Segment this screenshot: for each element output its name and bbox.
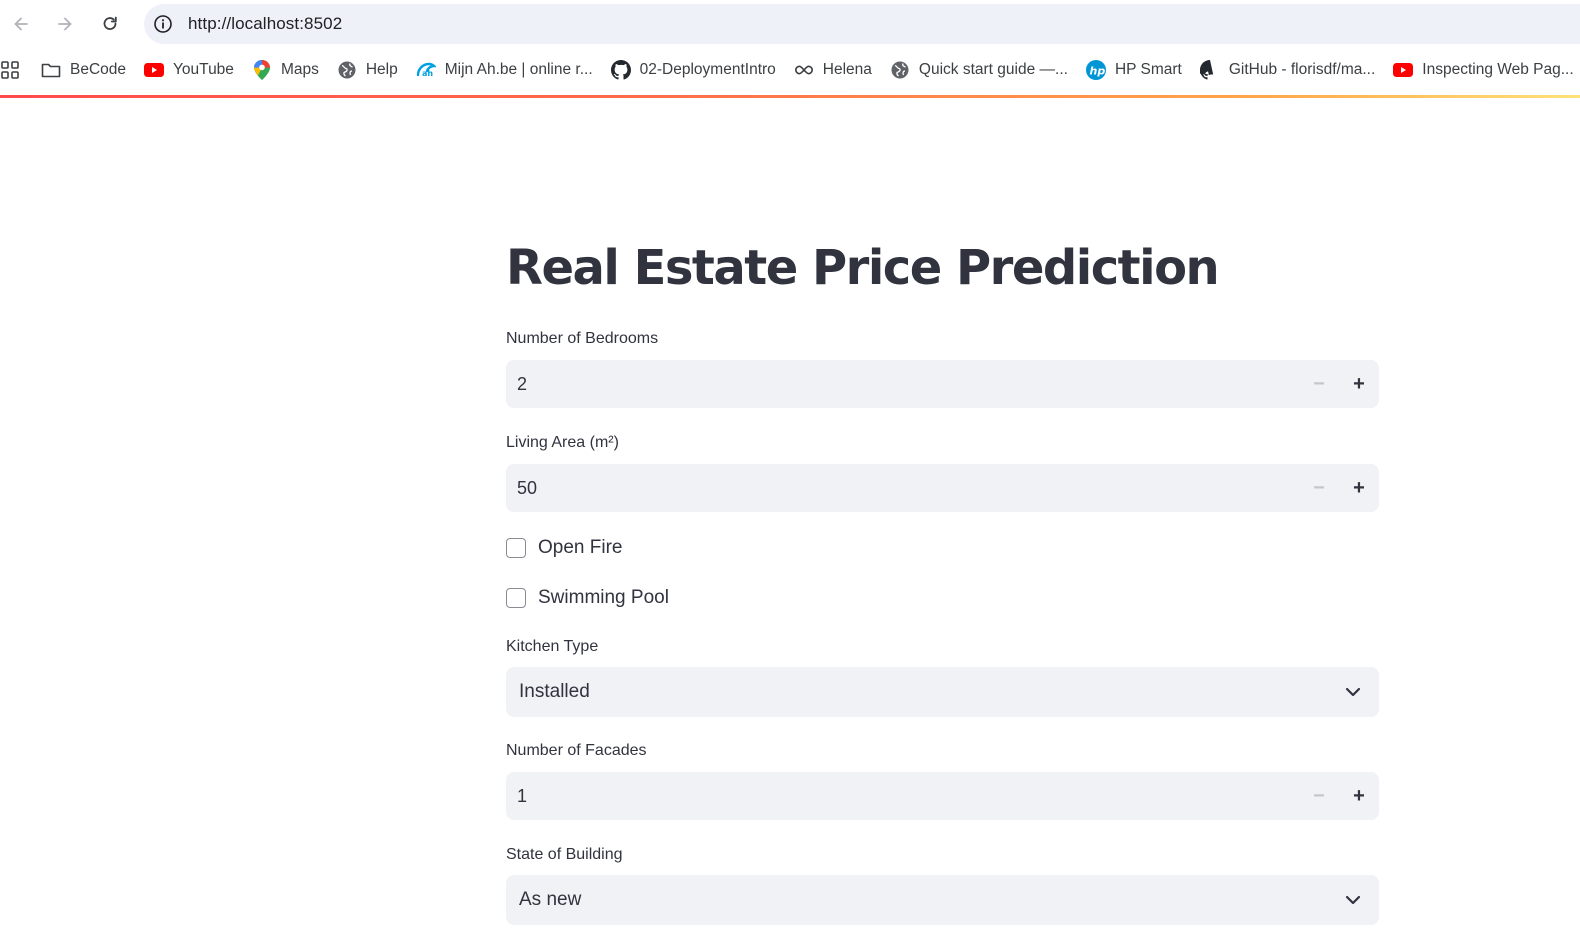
- living-area-decrement-button[interactable]: −: [1299, 464, 1339, 512]
- facades-number-input[interactable]: 1 − +: [506, 772, 1379, 820]
- youtube-icon: [144, 60, 165, 80]
- apps-grid-icon: [1, 61, 19, 79]
- bedrooms-label: Number of Bedrooms: [506, 330, 659, 347]
- globe-icon: [337, 60, 357, 80]
- bookmark-github-florisdf[interactable]: GitHub - florisdf/ma...: [1191, 56, 1384, 84]
- bookmark-deployment-intro[interactable]: 02-DeploymentIntro: [602, 56, 785, 84]
- facades-decrement-button[interactable]: −: [1299, 772, 1339, 820]
- open-fire-checkbox-box[interactable]: [506, 538, 526, 558]
- bedrooms-number-input[interactable]: 2 − +: [506, 360, 1379, 408]
- site-info-icon[interactable]: [153, 14, 173, 34]
- bookmark-youtube[interactable]: YouTube: [135, 56, 243, 84]
- forward-button[interactable]: [50, 9, 80, 39]
- url-text: http://localhost:8502: [188, 14, 343, 33]
- open-fire-label: Open Fire: [538, 537, 623, 558]
- maps-pin-icon: [252, 60, 272, 80]
- swimming-pool-checkbox-box[interactable]: [506, 588, 526, 608]
- living-area-number-input[interactable]: 50 − +: [506, 464, 1379, 512]
- living-area-label: Living Area (m²): [506, 434, 619, 451]
- state-of-building-label: State of Building: [506, 846, 623, 863]
- github-icon: [1199, 60, 1220, 80]
- state-of-building-value: As new: [519, 889, 582, 910]
- app-header-decoration: [0, 95, 1580, 98]
- living-area-value[interactable]: 50: [506, 478, 1299, 499]
- svg-text:hp: hp: [1089, 65, 1105, 78]
- bookmark-help[interactable]: Help: [328, 56, 407, 84]
- chevron-down-icon[interactable]: [1343, 682, 1363, 702]
- ah-icon: ah: [416, 60, 436, 80]
- facades-label: Number of Facades: [506, 742, 647, 759]
- kitchen-type-label: Kitchen Type: [506, 638, 599, 655]
- kitchen-type-select[interactable]: Installed: [506, 667, 1379, 717]
- open-fire-checkbox[interactable]: Open Fire: [506, 534, 622, 562]
- bookmark-maps[interactable]: Maps: [243, 56, 328, 84]
- bedrooms-increment-button[interactable]: +: [1339, 360, 1379, 408]
- swimming-pool-checkbox[interactable]: Swimming Pool: [506, 584, 669, 612]
- globe-icon: [890, 60, 910, 80]
- bedrooms-value[interactable]: 2: [506, 374, 1299, 395]
- living-area-increment-button[interactable]: +: [1339, 464, 1379, 512]
- apps-button[interactable]: [0, 52, 20, 88]
- reload-button[interactable]: [95, 9, 125, 39]
- bookmark-helena[interactable]: Helena: [785, 56, 881, 84]
- bookmark-hp-smart[interactable]: hp HP Smart: [1077, 56, 1191, 84]
- svg-text:ah: ah: [422, 69, 433, 78]
- bookmark-quick-start[interactable]: Quick start guide —...: [881, 56, 1077, 84]
- chevron-down-icon[interactable]: [1343, 890, 1363, 910]
- browser-toolbar: http://localhost:8502: [0, 0, 1580, 48]
- swimming-pool-label: Swimming Pool: [538, 587, 669, 608]
- hp-icon: hp: [1085, 60, 1106, 80]
- reload-icon: [103, 16, 117, 30]
- bookmark-becode[interactable]: BeCode: [32, 56, 135, 84]
- arrow-right-icon: [58, 17, 72, 31]
- facades-value[interactable]: 1: [506, 786, 1299, 807]
- state-of-building-select[interactable]: As new: [506, 875, 1379, 925]
- page-title: Real Estate Price Prediction: [506, 240, 1220, 296]
- youtube-icon: [1393, 60, 1414, 80]
- address-bar[interactable]: http://localhost:8502: [144, 4, 1580, 44]
- arrow-left-icon: [14, 17, 28, 31]
- back-button[interactable]: [6, 9, 36, 39]
- bookmark-inspecting-web[interactable]: Inspecting Web Pag...: [1384, 56, 1580, 84]
- bedrooms-decrement-button[interactable]: −: [1299, 360, 1339, 408]
- bookmark-ah[interactable]: ah Mijn Ah.be | online r...: [407, 56, 602, 84]
- folder-icon: [41, 60, 61, 80]
- github-icon: [610, 60, 631, 80]
- infinity-icon: [794, 60, 814, 80]
- facades-increment-button[interactable]: +: [1339, 772, 1379, 820]
- bookmarks-bar: BeCode YouTube Maps Help ah Mijn Ah.be |…: [0, 52, 1580, 88]
- kitchen-type-value: Installed: [519, 681, 590, 702]
